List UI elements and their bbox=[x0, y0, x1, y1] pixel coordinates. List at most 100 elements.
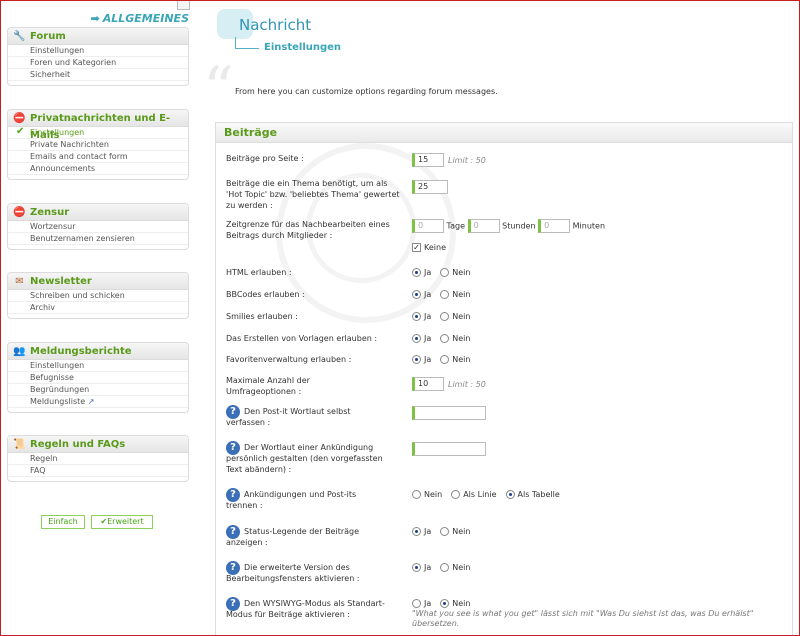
label: Die erweiterte Version des Bearbeitungsf… bbox=[226, 563, 360, 583]
page-title: Nachricht bbox=[239, 16, 312, 34]
label: Zeitgrenze für das Nachbearbeiten eines … bbox=[226, 220, 390, 240]
arrow-right-icon: ➡ bbox=[90, 12, 100, 25]
hours-unit: Stunden bbox=[502, 221, 536, 231]
sidebar-item-private-nachrichten[interactable]: Private Nachrichten bbox=[8, 139, 188, 151]
page-subtitle: Einstellungen bbox=[264, 42, 342, 53]
section-title: Beiträge bbox=[216, 123, 792, 143]
sidebar-item-begruendungen[interactable]: Begründungen bbox=[8, 384, 188, 396]
sidebar-item-einstellungen[interactable]: Einstellungen bbox=[8, 360, 188, 372]
label: Der Wortlaut einer Ankündigung persönlic… bbox=[226, 443, 383, 474]
label: Den WYSIWYG-Modus als Standart-Modus für… bbox=[226, 599, 385, 619]
sidebar-section-title[interactable]: 📜 Regeln und FAQs bbox=[8, 436, 188, 453]
days-input[interactable]: 0 bbox=[412, 219, 444, 233]
label: Beiträge pro Seite : bbox=[226, 154, 304, 163]
label: Maximale Anzahl der Umfrageoptionen : bbox=[226, 376, 310, 396]
minutes-unit: Minuten bbox=[572, 221, 606, 231]
simple-mode-button[interactable]: Einfach bbox=[41, 515, 85, 529]
bbcodes-no-radio[interactable] bbox=[440, 290, 450, 299]
html-yes-radio[interactable] bbox=[412, 268, 421, 277]
smilies-yes-radio[interactable] bbox=[412, 312, 421, 321]
sidebar-item-einstellungen-active[interactable]: ✔ Einstellungen bbox=[8, 126, 188, 139]
label: Beiträge die ein Thema benötigt, um als … bbox=[226, 179, 400, 210]
quote-mark-icon: “ bbox=[203, 54, 234, 124]
sidebar-section-title[interactable]: ✉ Newsletter bbox=[8, 273, 188, 290]
settings-section: Beiträge Beiträge pro Seite : 15 Limit : … bbox=[215, 122, 793, 635]
external-link-icon: ↗ bbox=[87, 397, 95, 406]
postit-text-input[interactable] bbox=[412, 406, 486, 420]
sidebar-item-sicherheit[interactable]: Sicherheit bbox=[8, 69, 188, 81]
sidebar-item-befugnisse[interactable]: Befugnisse bbox=[8, 372, 188, 384]
label: Das Erstellen von Vorlagen erlauben : bbox=[226, 334, 378, 343]
sidebar-item-meldungsliste[interactable]: Meldungsliste ↗ bbox=[8, 396, 188, 408]
sidebar-item-faq[interactable]: FAQ bbox=[8, 465, 188, 477]
poll-options-input[interactable]: 10 bbox=[412, 377, 444, 391]
templates-yes-radio[interactable] bbox=[412, 334, 421, 343]
sidebar-section-title[interactable]: 🔧 Forum bbox=[8, 28, 188, 45]
label: Den Post-it Wortlaut selbst verfassen : bbox=[226, 407, 351, 427]
sidebar-item-announcements[interactable]: Announcements bbox=[8, 163, 188, 175]
sidebar-item-wortzensur[interactable]: Wortzensur bbox=[8, 221, 188, 233]
document-icon: 📜 bbox=[13, 439, 26, 450]
sidebar-section-title[interactable]: ⛔ Privatnachrichten und E-Mails bbox=[8, 110, 188, 141]
limit-text: Limit : 50 bbox=[448, 155, 486, 165]
checkmark-icon: ✔ bbox=[16, 126, 25, 137]
wysiwyg-no-radio[interactable] bbox=[440, 599, 450, 608]
favorites-yes-radio[interactable] bbox=[412, 355, 421, 364]
status-legend-no-radio[interactable] bbox=[440, 527, 450, 536]
none-label: Keine bbox=[424, 243, 446, 252]
title-connector bbox=[235, 37, 259, 49]
favorites-no-radio[interactable] bbox=[440, 355, 450, 364]
smilies-no-radio[interactable] bbox=[440, 312, 450, 321]
sidebar-item-foren[interactable]: Foren und Kategorien bbox=[8, 57, 188, 69]
page-intro: From here you can customize options rega… bbox=[235, 87, 498, 96]
window-frame: ➡ ALLGEMEINES 🔧 Forum Einstellungen Foren … bbox=[0, 0, 800, 636]
separate-line-radio[interactable] bbox=[451, 490, 461, 499]
extended-editor-yes-radio[interactable] bbox=[412, 563, 421, 572]
sidebar-section-forum: 🔧 Forum Einstellungen Foren und Kategorie… bbox=[7, 27, 189, 86]
label: Favoritenverwaltung erlauben : bbox=[226, 355, 352, 364]
label: HTML erlauben : bbox=[226, 268, 292, 277]
collapse-icon[interactable] bbox=[177, 1, 190, 10]
sidebar-section-zensur: ⛔ Zensur Wortzensur Benutzernamen zensier… bbox=[7, 203, 189, 250]
wysiwyg-yes-radio[interactable] bbox=[412, 599, 421, 608]
no-entry-icon: ⛔ bbox=[13, 113, 26, 124]
announcement-text-input[interactable] bbox=[412, 442, 486, 456]
sidebar-item-archiv[interactable]: Archiv bbox=[8, 302, 188, 314]
sidebar-item-einstellungen[interactable]: Einstellungen bbox=[8, 45, 188, 57]
status-legend-yes-radio[interactable] bbox=[412, 527, 421, 536]
sidebar-item-regeln[interactable]: Regeln bbox=[8, 453, 188, 465]
sidebar-item-schreiben[interactable]: Schreiben und schicken bbox=[8, 290, 188, 302]
separate-table-radio[interactable] bbox=[505, 490, 515, 499]
sidebar-section-title[interactable]: ⛔ Zensur bbox=[8, 204, 188, 221]
wysiwyg-note: "What you see is what you get" lässt sic… bbox=[412, 609, 754, 628]
hours-input[interactable]: 0 bbox=[467, 219, 500, 233]
separate-no-radio[interactable] bbox=[412, 490, 421, 499]
html-no-radio[interactable] bbox=[440, 268, 450, 277]
none-checkbox[interactable]: ✓ bbox=[412, 243, 421, 252]
label: Ankündigungen und Post-its trennen : bbox=[226, 490, 357, 510]
main-content: Nachricht Einstellungen “ From here you … bbox=[191, 1, 799, 635]
label: BBCodes erlauben : bbox=[226, 290, 305, 299]
days-unit: Tage bbox=[446, 221, 466, 231]
sidebar-section-newsletter: ✉ Newsletter Schreiben und schicken Archi… bbox=[7, 272, 189, 319]
bbcodes-yes-radio[interactable] bbox=[412, 290, 421, 299]
extended-editor-no-radio[interactable] bbox=[440, 563, 450, 572]
label: Status-Legende der Beiträge anzeigen : bbox=[226, 527, 360, 547]
sidebar-header[interactable]: ➡ ALLGEMEINES bbox=[3, 12, 190, 25]
limit-text: Limit : 50 bbox=[448, 379, 486, 389]
sidebar: ➡ ALLGEMEINES 🔧 Forum Einstellungen Foren … bbox=[3, 1, 191, 635]
templates-no-radio[interactable] bbox=[440, 334, 450, 343]
people-icon: 👥 bbox=[13, 346, 26, 357]
sidebar-section-regeln: 📜 Regeln und FAQs Regeln FAQ bbox=[7, 435, 189, 482]
sidebar-section-title[interactable]: 👥 Meldungsberichte bbox=[8, 343, 188, 360]
minutes-input[interactable]: 0 bbox=[538, 219, 571, 233]
sidebar-item-emails[interactable]: Emails and contact form bbox=[8, 151, 188, 163]
advanced-mode-button[interactable]: ✔Erweitert bbox=[91, 515, 153, 529]
sidebar-item-benutzernamen[interactable]: Benutzernamen zensieren bbox=[8, 233, 188, 245]
hot-topic-input[interactable]: 25 bbox=[412, 180, 448, 194]
no-entry-icon: ⛔ bbox=[13, 207, 26, 218]
sidebar-section-meldungsberichte: 👥 Meldungsberichte Einstellungen Befugnis… bbox=[7, 342, 189, 413]
posts-per-page-input[interactable]: 15 bbox=[412, 153, 444, 167]
tools-icon: 🔧 bbox=[13, 31, 26, 42]
sidebar-section-privatnachrichten: ⛔ Privatnachrichten und E-Mails ✔ Einstell… bbox=[7, 109, 189, 180]
